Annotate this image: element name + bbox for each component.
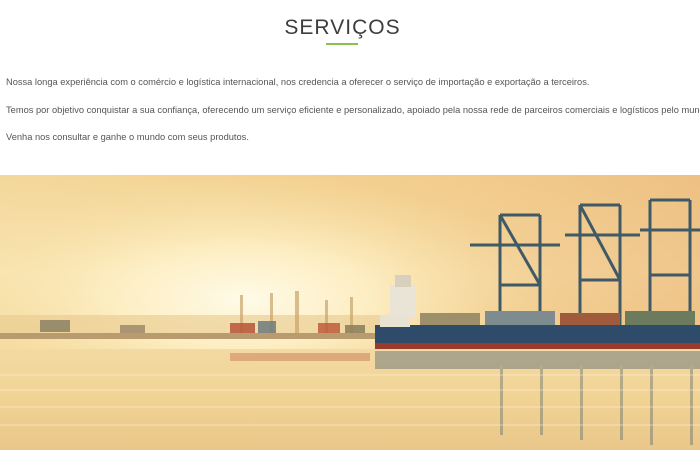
port-hero-image (0, 175, 700, 450)
services-paragraph-1: Nossa longa experiência com o comércio e… (6, 77, 590, 87)
services-paragraph-3: Venha nos consultar e ganhe o mundo com … (6, 132, 249, 142)
title-underline (326, 43, 358, 45)
services-paragraph-2: Temos por objetivo conquistar a sua conf… (6, 105, 700, 115)
services-section: SERVIÇOS Nossa longa experiência com o c… (0, 0, 700, 450)
section-title: SERVIÇOS (284, 16, 401, 39)
